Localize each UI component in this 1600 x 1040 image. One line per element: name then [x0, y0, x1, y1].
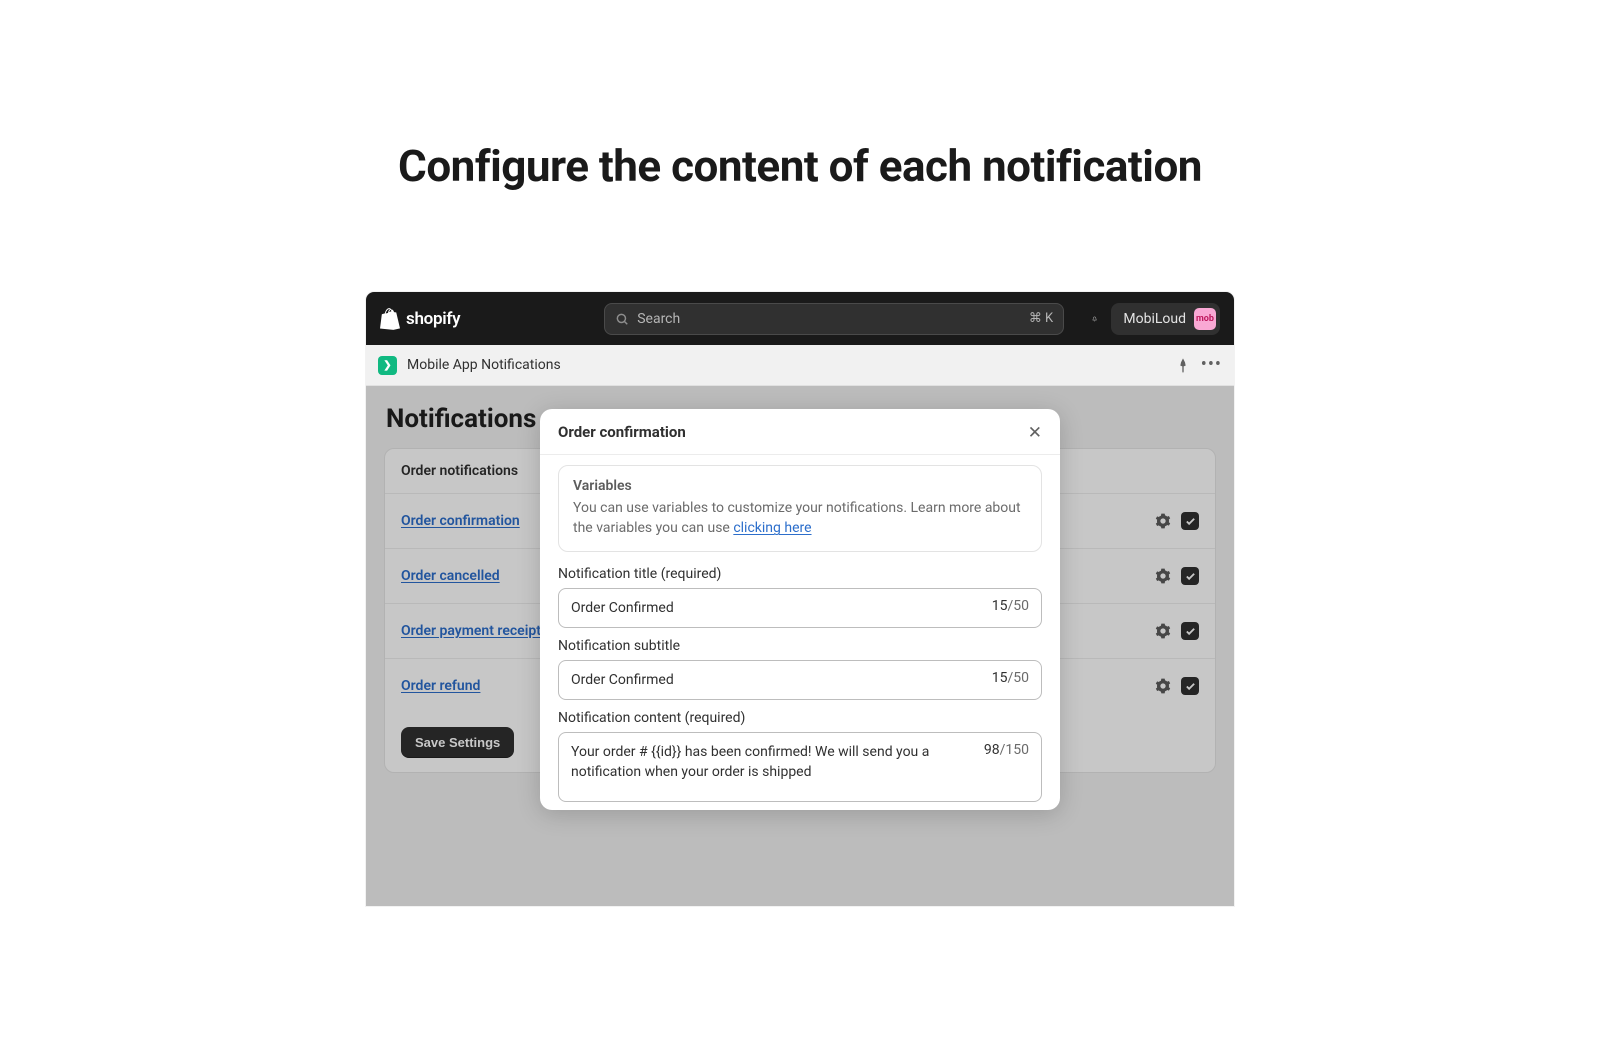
content-value: Your order # {{id}} has been confirmed! …: [571, 742, 974, 783]
avatar: mob: [1194, 308, 1216, 330]
notification-title-input[interactable]: Order Confirmed 15/50: [558, 588, 1042, 628]
shopify-logo[interactable]: shopify: [380, 308, 460, 330]
app-icon: ❯: [378, 356, 397, 375]
pin-icon[interactable]: [1175, 357, 1191, 373]
account-name: MobiLoud: [1123, 311, 1186, 327]
notification-content-input[interactable]: Your order # {{id}} has been confirmed! …: [558, 732, 1042, 802]
subtitle-label: Notification subtitle: [558, 638, 1042, 654]
variables-link[interactable]: clicking here: [733, 520, 811, 536]
variables-info: Variables You can use variables to custo…: [558, 465, 1042, 552]
app-name: Mobile App Notifications: [407, 357, 561, 373]
app-subbar: ❯ Mobile App Notifications •••: [366, 345, 1234, 386]
account-menu[interactable]: MobiLoud mob: [1111, 303, 1220, 335]
close-icon[interactable]: ✕: [1028, 424, 1042, 441]
notifications-icon[interactable]: [1092, 310, 1097, 328]
search-icon: [615, 312, 629, 326]
content-label: Notification content (required): [558, 710, 1042, 726]
modal-body: Variables You can use variables to custo…: [540, 455, 1060, 802]
search-input[interactable]: Search ⌘ K: [604, 303, 1064, 335]
content-counter: 98/150: [984, 742, 1029, 758]
order-confirmation-modal: Order confirmation ✕ Variables You can u…: [540, 409, 1060, 810]
shopify-bag-icon: [380, 308, 400, 330]
main-area: Notifications Order notifications Order …: [366, 386, 1234, 906]
title-value: Order Confirmed: [571, 598, 982, 618]
modal-title: Order confirmation: [558, 423, 686, 441]
modal-header: Order confirmation ✕: [540, 409, 1060, 455]
shopify-wordmark: shopify: [406, 309, 460, 329]
search-shortcut: ⌘ K: [1029, 311, 1053, 326]
subtitle-value: Order Confirmed: [571, 670, 982, 690]
search-placeholder: Search: [637, 311, 1021, 327]
title-label: Notification title (required): [558, 566, 1042, 582]
title-counter: 15/50: [992, 598, 1029, 614]
topbar: shopify Search ⌘ K MobiLoud mob: [366, 292, 1234, 345]
variables-title: Variables: [573, 478, 1027, 494]
variables-text: You can use variables to customize your …: [573, 498, 1027, 539]
hero-title: Configure the content of each notificati…: [0, 140, 1600, 192]
subtitle-counter: 15/50: [992, 670, 1029, 686]
app-frame: shopify Search ⌘ K MobiLoud mob ❯ Mobile…: [366, 292, 1234, 906]
notification-subtitle-input[interactable]: Order Confirmed 15/50: [558, 660, 1042, 700]
more-icon[interactable]: •••: [1201, 356, 1222, 374]
